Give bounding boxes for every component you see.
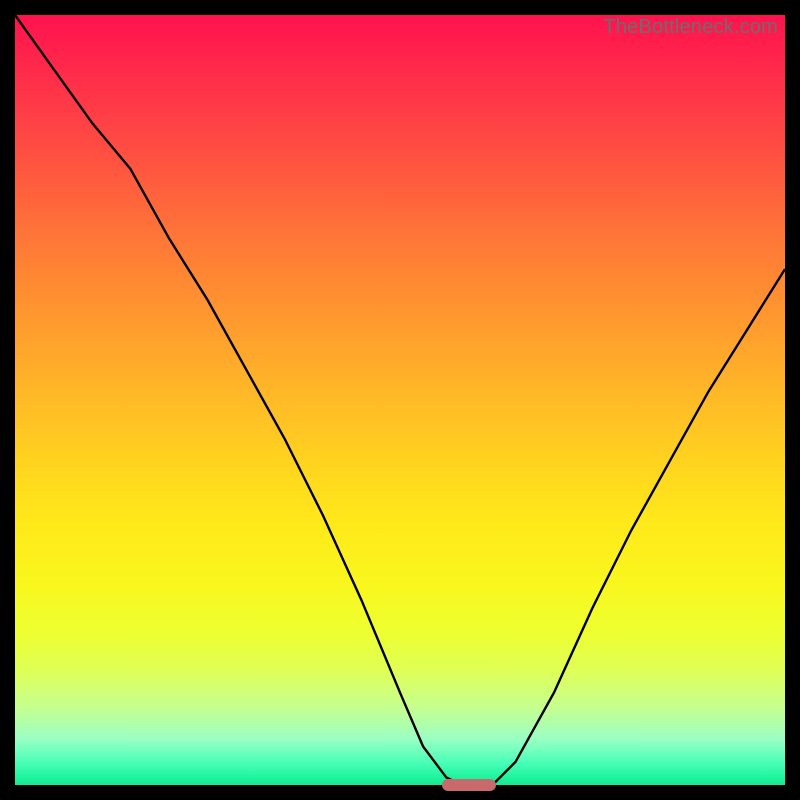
chart-plot-area: TheBottleneck.com (15, 15, 785, 785)
bottleneck-curve (15, 15, 785, 785)
curve-path (15, 15, 785, 785)
chart-frame: TheBottleneck.com (0, 0, 800, 800)
optimal-region-marker (442, 779, 496, 791)
